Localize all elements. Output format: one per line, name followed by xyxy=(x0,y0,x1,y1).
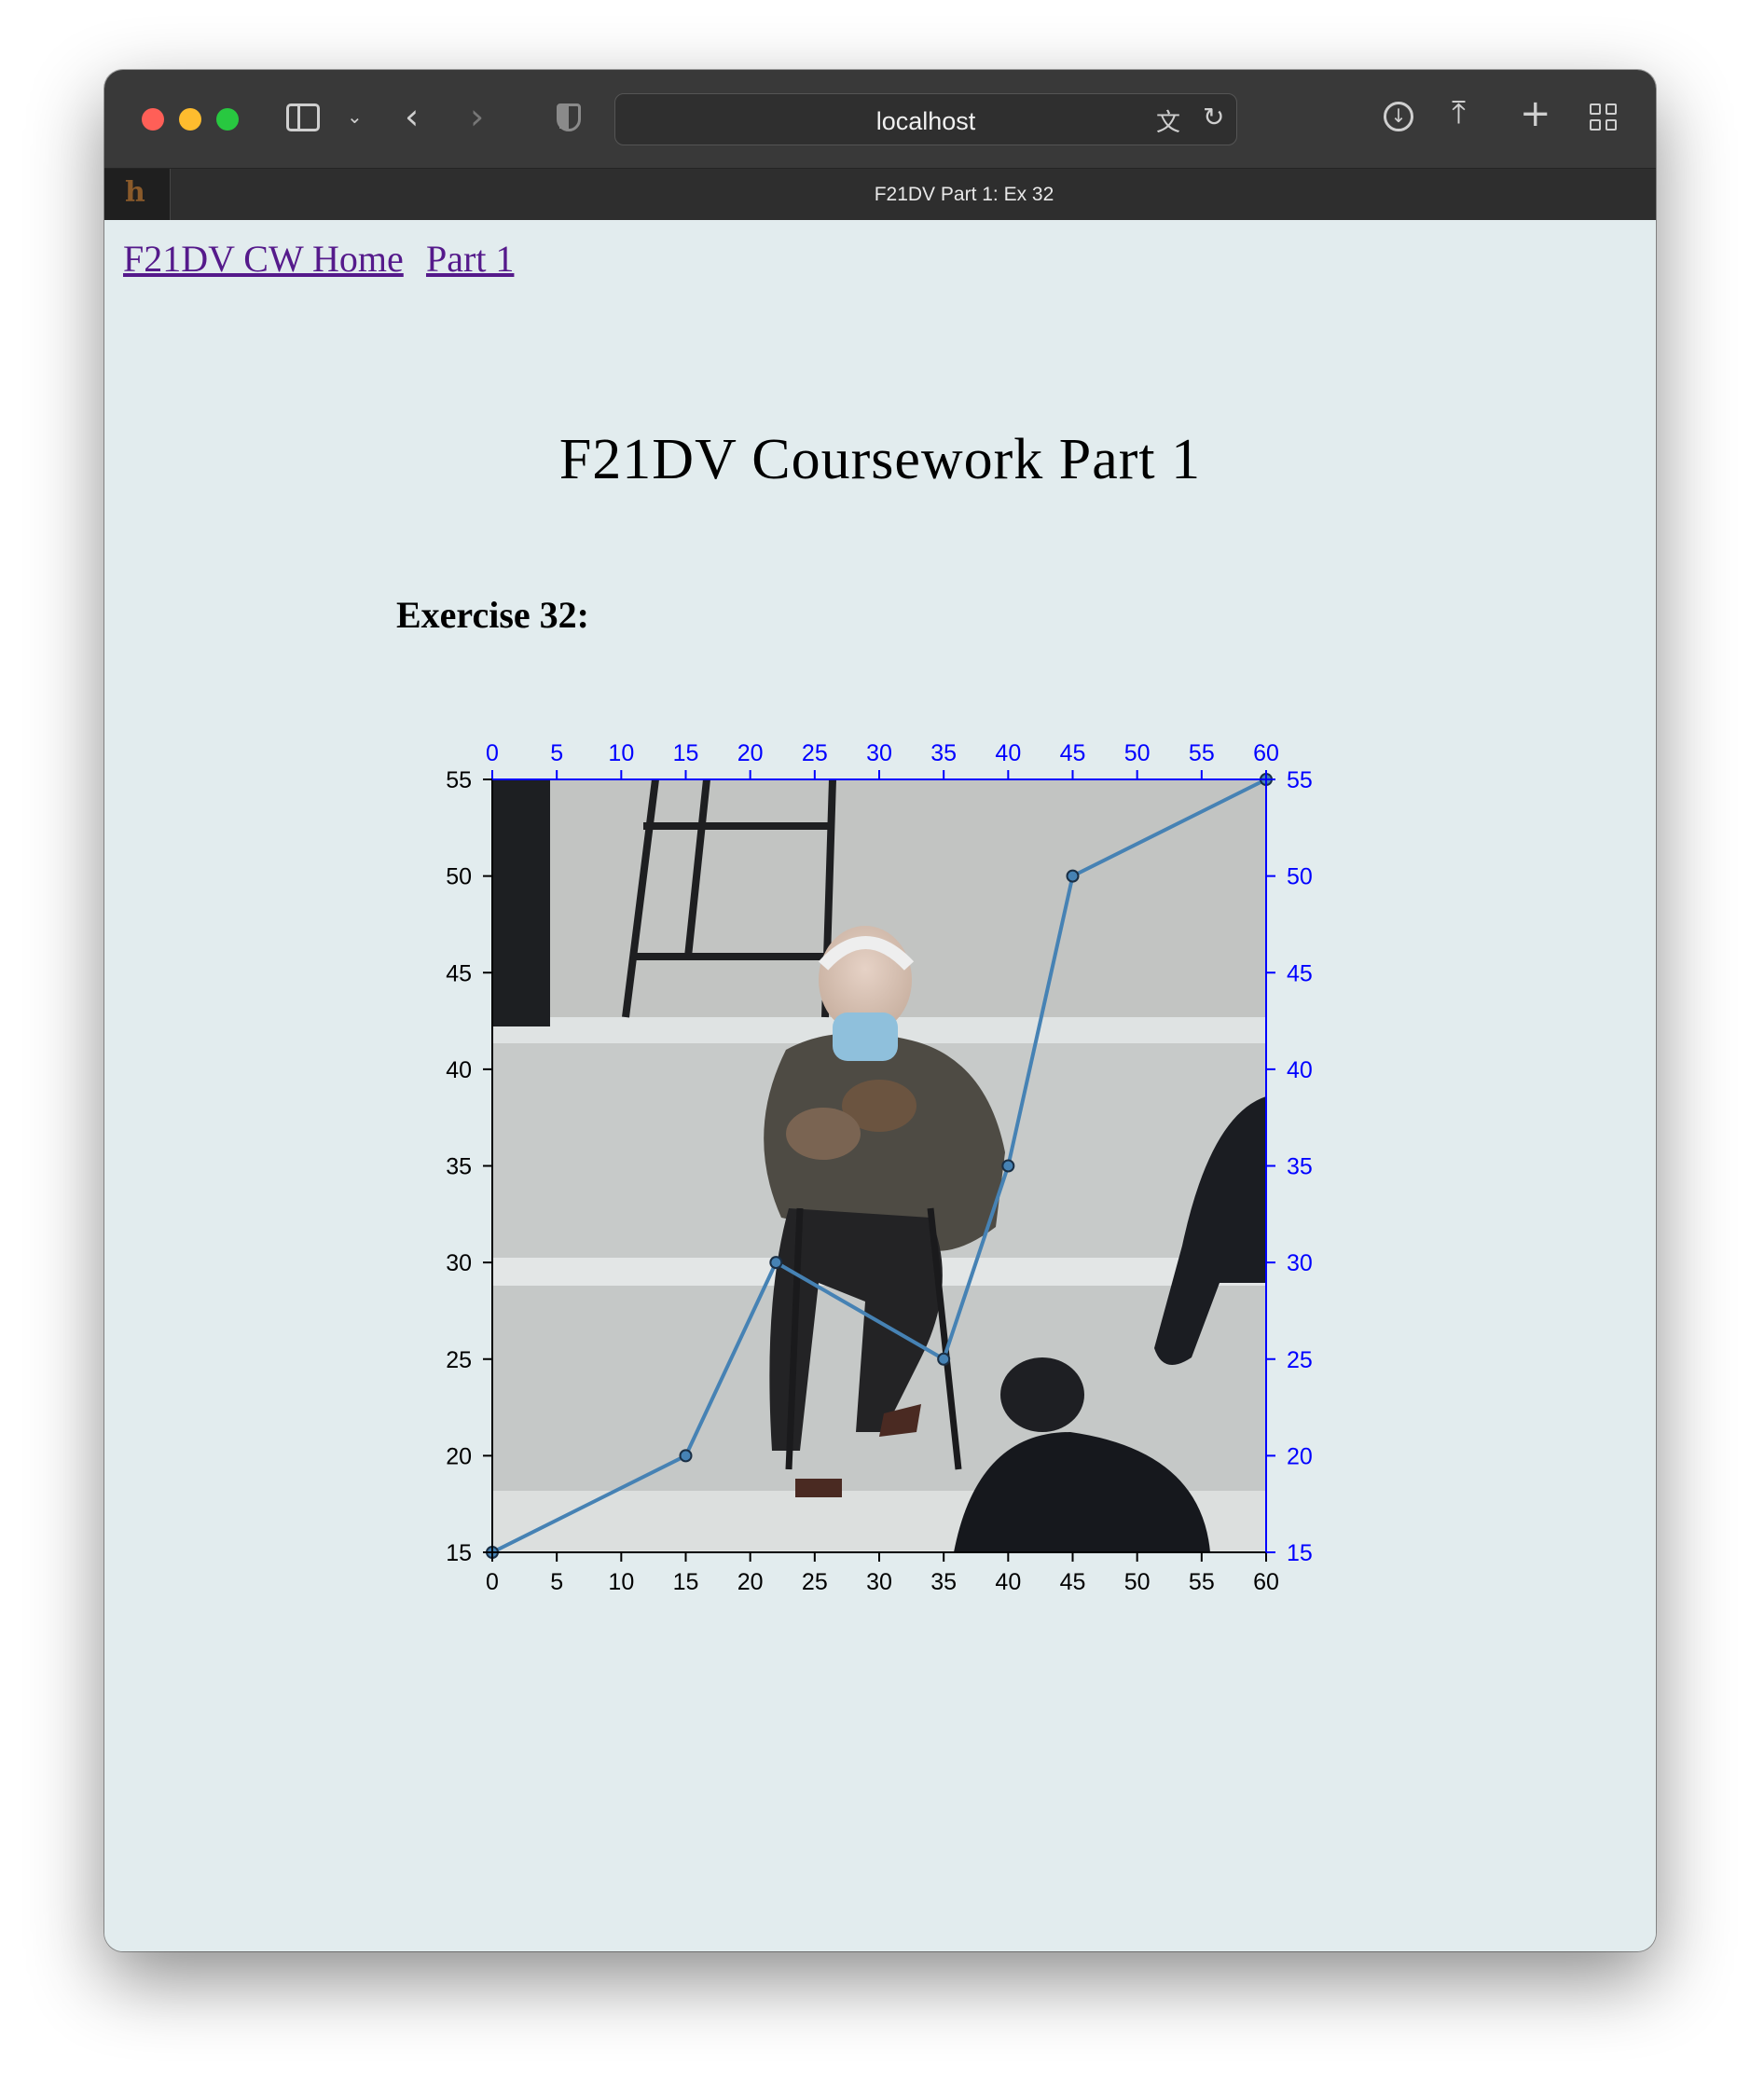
x-tick-label-bottom: 15 xyxy=(673,1569,699,1595)
back-icon[interactable]: ‹ xyxy=(405,96,419,137)
y-tick-label-left: 20 xyxy=(446,1443,472,1469)
x-tick-label-bottom: 25 xyxy=(802,1569,828,1595)
minimize-window-button[interactable] xyxy=(179,108,201,131)
x-tick-label-bottom: 60 xyxy=(1253,1569,1279,1595)
x-tick-label-bottom: 40 xyxy=(995,1569,1021,1595)
line-chart: 0055101015152020252530303535404045455050… xyxy=(446,740,1313,1595)
y-tick-label-right: 25 xyxy=(1287,1347,1313,1373)
x-tick-label-bottom: 45 xyxy=(1060,1569,1086,1595)
downloads-icon[interactable]: ↓ xyxy=(1384,102,1413,131)
data-point xyxy=(769,1256,783,1270)
y-tick-label-left: 50 xyxy=(446,864,472,890)
y-tick-label-left: 45 xyxy=(446,960,472,986)
close-window-button[interactable] xyxy=(142,108,164,131)
x-tick-label-top: 20 xyxy=(737,740,764,766)
x-tick-label-top: 5 xyxy=(550,740,563,766)
x-tick-label-bottom: 55 xyxy=(1189,1569,1215,1595)
x-tick-label-bottom: 35 xyxy=(930,1569,957,1595)
address-bar-text: localhost xyxy=(875,107,976,135)
photo-mask xyxy=(833,1013,898,1061)
y-tick-label-left: 40 xyxy=(446,1057,472,1083)
y-tick-label-right: 50 xyxy=(1287,864,1313,890)
x-tick-label-top: 25 xyxy=(802,740,828,766)
x-tick-label-top: 45 xyxy=(1060,740,1086,766)
chevron-down-icon[interactable]: ⌄ xyxy=(347,105,363,128)
new-tab-icon[interactable]: + xyxy=(1520,92,1551,135)
y-tick-label-right: 45 xyxy=(1287,960,1313,986)
active-tab-title[interactable]: F21DV Part 1: Ex 32 xyxy=(272,184,1656,206)
reload-icon[interactable]: ↻ xyxy=(1203,102,1224,132)
x-tick-label-bottom: 10 xyxy=(608,1569,634,1595)
zoom-window-button[interactable] xyxy=(216,108,239,131)
x-tick-label-top: 10 xyxy=(608,740,634,766)
photo-foreground-head xyxy=(1000,1357,1084,1432)
translate-icon[interactable]: 文 xyxy=(1156,103,1180,138)
share-icon[interactable]: ⤒ xyxy=(1452,94,1466,131)
browser-window: ⌄ ‹ › localhost 文 ↻ ↓ ⤒ + h F21DV Part 1… xyxy=(104,70,1656,1951)
data-point xyxy=(1001,1159,1015,1173)
browser-toolbar: ⌄ ‹ › localhost 文 ↻ ↓ ⤒ + xyxy=(104,70,1656,168)
x-tick-label-bottom: 20 xyxy=(737,1569,764,1595)
sidebar-toggle-icon[interactable] xyxy=(286,103,320,131)
pinned-tab[interactable]: h xyxy=(104,169,171,221)
favicon-letter: h xyxy=(125,176,145,209)
x-tick-label-top: 55 xyxy=(1189,740,1215,766)
y-tick-label-right: 15 xyxy=(1287,1540,1313,1566)
x-tick-label-top: 35 xyxy=(930,740,957,766)
x-tick-label-top: 15 xyxy=(673,740,699,766)
x-tick-label-bottom: 0 xyxy=(486,1569,499,1595)
y-tick-label-left: 25 xyxy=(446,1347,472,1373)
y-tick-label-right: 20 xyxy=(1287,1443,1313,1469)
y-tick-label-left: 35 xyxy=(446,1154,472,1180)
y-tick-label-right: 40 xyxy=(1287,1057,1313,1083)
x-tick-label-bottom: 5 xyxy=(550,1569,563,1595)
y-tick-label-right: 30 xyxy=(1287,1250,1313,1276)
y-tick-label-left: 15 xyxy=(446,1540,472,1566)
photo-left-figure xyxy=(492,779,550,1026)
x-tick-label-top: 0 xyxy=(486,740,499,766)
x-tick-label-top: 30 xyxy=(866,740,892,766)
x-tick-label-bottom: 50 xyxy=(1124,1569,1151,1595)
background-photo xyxy=(492,778,1266,1552)
data-point xyxy=(679,1449,693,1463)
address-bar[interactable]: localhost 文 ↻ xyxy=(614,93,1237,145)
y-tick-label-right: 55 xyxy=(1287,767,1313,793)
forward-icon[interactable]: › xyxy=(470,96,484,137)
page-content: F21DV CW Home Part 1 F21DV Coursework Pa… xyxy=(104,220,1656,1951)
privacy-shield-icon[interactable] xyxy=(557,103,581,131)
data-point xyxy=(937,1352,951,1366)
y-tick-label-left: 55 xyxy=(446,767,472,793)
data-point xyxy=(1066,869,1080,883)
tab-bar: h F21DV Part 1: Ex 32 xyxy=(104,168,1656,221)
x-tick-label-top: 50 xyxy=(1124,740,1151,766)
y-tick-label-left: 30 xyxy=(446,1250,472,1276)
x-tick-label-top: 60 xyxy=(1253,740,1279,766)
photo-mitten-2 xyxy=(786,1108,861,1160)
tab-overview-icon[interactable] xyxy=(1590,103,1618,131)
x-tick-label-top: 40 xyxy=(995,740,1021,766)
x-tick-label-bottom: 30 xyxy=(866,1569,892,1595)
y-tick-label-right: 35 xyxy=(1287,1154,1313,1180)
